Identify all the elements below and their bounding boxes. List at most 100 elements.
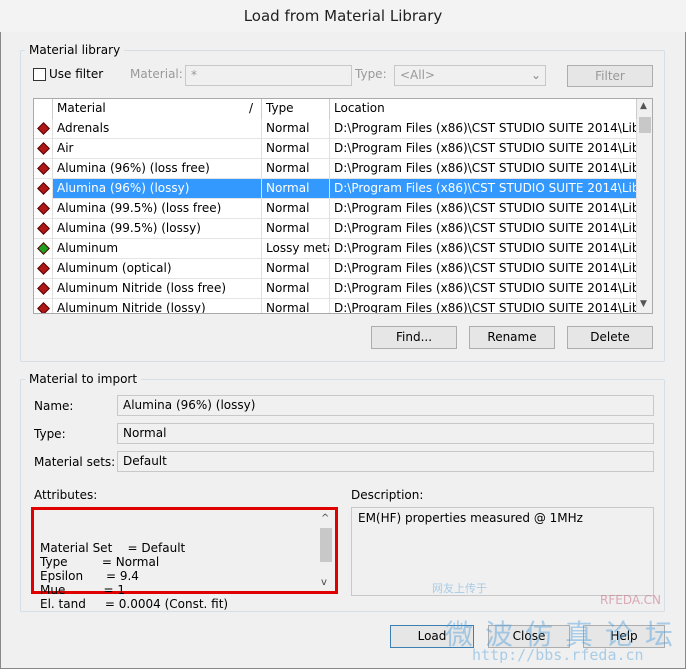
row-location: D:\Program Files (x86)\CST STUDIO SUITE … [330,279,637,299]
attributes-label: Attributes: [34,488,98,502]
description-textarea[interactable]: EM(HF) properties measured @ 1MHz [351,507,654,596]
help-button[interactable]: Help [583,625,665,648]
scroll-down-icon[interactable]: ▼ [640,299,647,309]
row-material: Alumina (96%) (loss free) [53,159,262,179]
row-icon-cell [34,279,53,299]
name-label: Name: [34,399,74,413]
row-material: Aluminum (optical) [53,259,262,279]
attribute-line: El. tand = 0.0004 (Const. fit) [40,597,229,611]
table-row[interactable]: Alumina (99.5%) (lossy) Normal D:\Progra… [34,219,637,239]
scroll-up-icon[interactable]: ^ [321,512,329,526]
column-header-material-label: Material [57,101,106,115]
row-icon-cell [34,139,53,159]
use-filter-checkbox[interactable] [33,68,46,81]
material-filter-input[interactable]: * [185,65,352,86]
filter-button[interactable]: Filter [567,65,653,87]
attribute-line: Mue = 1 [40,583,125,597]
type-filter-select[interactable]: <All> ⌄ [394,65,546,86]
row-material: Air [53,139,262,159]
attribute-line: Material Set = Default [40,541,186,555]
chevron-down-icon: ⌄ [530,68,541,82]
material-gem-icon [37,222,50,235]
row-icon-cell [34,199,53,219]
header-icon-col [34,99,53,119]
row-type: Normal [262,139,330,159]
column-header-material[interactable]: Material / [53,99,262,119]
row-location: D:\Program Files (x86)\CST STUDIO SUITE … [330,219,637,239]
type-filter-value: <All> [400,68,435,82]
description-label: Description: [351,488,424,502]
row-type: Normal [262,219,330,239]
row-location: D:\Program Files (x86)\CST STUDIO SUITE … [330,139,637,159]
attributes-textarea[interactable]: Material Set = Default Type = Normal Epsil… [31,507,338,611]
row-location: D:\Program Files (x86)\CST STUDIO SUITE … [330,239,637,259]
rename-button[interactable]: Rename [469,326,555,349]
material-filter-label: Material: [130,67,183,81]
row-material: Alumina (96%) (lossy) [53,179,262,199]
row-material: Alumina (99.5%) (loss free) [53,199,262,219]
type-field[interactable]: Normal [117,423,654,444]
material-gem-icon [37,122,50,135]
type-filter-label: Type: [355,67,387,81]
material-gem-icon [37,162,50,175]
row-type: Normal [262,199,330,219]
material-table: Material / Type Location Adrenals Normal … [33,98,653,314]
table-row[interactable]: Aluminum Nitride (loss free) Normal D:\P… [34,279,637,299]
attributes-scrollbar[interactable]: ^ v [319,512,333,590]
load-button[interactable]: Load [390,625,474,648]
material-gem-icon [37,282,50,295]
attribute-line: Type = Normal [40,555,160,569]
row-location: D:\Program Files (x86)\CST STUDIO SUITE … [330,179,637,199]
row-material: Aluminum Nitride (lossy) [53,299,262,313]
row-type: Normal [262,259,330,279]
table-scrollbar[interactable]: ▲ ▼ [637,99,652,313]
material-to-import-label: Material to import [25,372,142,386]
row-type: Normal [262,179,330,199]
material-sets-label: Material sets: [34,455,116,469]
row-type: Normal [262,119,330,139]
table-row[interactable]: Alumina (96%) (loss free) Normal D:\Prog… [34,159,637,179]
scroll-up-icon[interactable]: ▲ [640,101,647,111]
scroll-down-icon[interactable]: v [321,576,327,590]
column-header-location[interactable]: Location [330,99,637,119]
table-row[interactable]: Alumina (99.5%) (loss free) Normal D:\Pr… [34,199,637,219]
sort-indicator-icon: / [248,101,253,115]
table-row[interactable]: Air Normal D:\Program Files (x86)\CST ST… [34,139,637,159]
row-material: Alumina (99.5%) (lossy) [53,219,262,239]
row-type: Lossy metal [262,239,330,259]
column-header-type[interactable]: Type [262,99,330,119]
material-gem-icon [37,302,50,313]
table-row[interactable]: Aluminum (optical) Normal D:\Program Fil… [34,259,637,279]
use-filter-label[interactable]: Use filter [49,67,103,81]
row-location: D:\Program Files (x86)\CST STUDIO SUITE … [330,119,637,139]
table-row[interactable]: Aluminum Lossy metal D:\Program Files (x… [34,239,637,259]
find-button[interactable]: Find... [371,326,457,349]
row-icon-cell [34,259,53,279]
row-material: Aluminum Nitride (loss free) [53,279,262,299]
close-button[interactable]: Close [488,625,570,648]
row-location: D:\Program Files (x86)\CST STUDIO SUITE … [330,259,637,279]
row-location: D:\Program Files (x86)\CST STUDIO SUITE … [330,199,637,219]
scroll-thumb[interactable] [320,528,332,562]
row-location: D:\Program Files (x86)\CST STUDIO SUITE … [330,299,637,313]
scroll-thumb[interactable] [639,117,651,133]
row-material: Adrenals [53,119,262,139]
row-icon-cell [34,239,53,259]
material-gem-icon [37,182,50,195]
row-icon-cell [34,299,53,313]
row-icon-cell [34,119,53,139]
dialog-title: Load from Material Library [0,0,686,32]
row-icon-cell [34,219,53,239]
table-row[interactable]: Alumina (96%) (lossy) Normal D:\Program … [34,179,637,199]
material-sets-field[interactable]: Default [117,451,654,472]
material-gem-icon [37,202,50,215]
row-icon-cell [34,159,53,179]
table-row[interactable]: Aluminum Nitride (lossy) Normal D:\Progr… [34,299,637,313]
row-type: Normal [262,279,330,299]
material-gem-icon [37,142,50,155]
delete-button[interactable]: Delete [567,326,653,349]
table-header: Material / Type Location [34,99,637,119]
table-row[interactable]: Adrenals Normal D:\Program Files (x86)\C… [34,119,637,139]
name-field[interactable]: Alumina (96%) (lossy) [117,395,654,416]
row-icon-cell [34,179,53,199]
